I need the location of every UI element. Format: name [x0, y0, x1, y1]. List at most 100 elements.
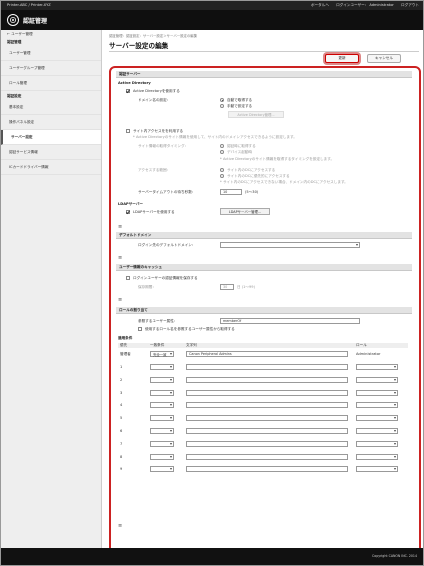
sidebar-item-basic-settings[interactable]: 基本設定 — [1, 100, 101, 115]
app-title: 認証管理 — [23, 18, 48, 25]
domain-auto-label: 自動で取得する — [227, 98, 253, 102]
row-role-select[interactable] — [356, 389, 398, 396]
sidebar-item-user-management[interactable]: ユーザー管理 — [1, 46, 101, 61]
admin-row-label: 管理者 — [120, 352, 131, 356]
row-match-select[interactable] — [150, 389, 174, 396]
device-name: Printer-ABC / Printer-XYZ — [7, 3, 51, 7]
cache-period-unit: 日 (1〜99) — [237, 285, 255, 289]
row-role-select[interactable] — [356, 402, 398, 409]
login-user-name: Administrator — [369, 3, 394, 7]
cache-section-header: ユーザー情報のキャッシュ — [116, 264, 412, 271]
row-string-input[interactable] — [186, 415, 348, 422]
row-match-select[interactable] — [150, 453, 174, 460]
cancel-button[interactable]: キャンセル — [367, 54, 401, 63]
row-string-input[interactable] — [186, 364, 348, 370]
sidebar-item-role-management[interactable]: ロール管理 — [1, 76, 101, 91]
row-match-select[interactable] — [150, 402, 174, 409]
sidebar-section-auth-management: 認証管理 — [7, 40, 22, 44]
update-button[interactable]: 更新 — [325, 54, 359, 63]
ldap-enable-label: LDAPサーバーを使用する — [133, 210, 175, 214]
site-access-checkbox[interactable] — [126, 129, 130, 133]
collapse-icon[interactable]: ≡ — [118, 224, 122, 230]
default-domain-section-header: デフォルトドメイン — [116, 232, 412, 239]
timeout-label: サーバータイムアウトの待ち秒数： — [138, 190, 196, 194]
access-range-note: * サイト内のDCにアクセスできない場合、ドメイン内のDCにアクセスします。 — [220, 180, 348, 184]
domain-auto-radio[interactable] — [220, 98, 224, 102]
collapse-icon[interactable]: ≡ — [118, 255, 122, 261]
row-match-select[interactable] — [150, 376, 174, 383]
back-to-user-management-link[interactable]: ← ユーザー管理 — [1, 30, 101, 39]
access-range-label: アクセスする範囲： — [138, 168, 171, 172]
domain-setting-label: ドメイン名の設定： — [138, 98, 171, 102]
admin-match-select[interactable]: 完全一致 — [150, 351, 174, 357]
row-string-input[interactable] — [186, 453, 348, 460]
row-number: 5 — [120, 416, 123, 421]
timeout-input[interactable]: 10 — [220, 189, 242, 195]
chevron-down-icon — [394, 417, 396, 420]
conditions-title: 適用条件 — [118, 336, 133, 340]
ldap-enable-checkbox[interactable] — [126, 210, 130, 214]
col-role: ロール — [356, 343, 367, 347]
logout-link[interactable]: ログアウト — [401, 3, 419, 7]
chevron-down-icon — [170, 442, 172, 445]
default-domain-select[interactable] — [220, 242, 360, 248]
row-role-select[interactable] — [356, 453, 398, 460]
row-role-select[interactable] — [356, 415, 398, 422]
row-string-input[interactable] — [186, 389, 348, 396]
row-string-input[interactable] — [186, 440, 348, 447]
admin-string-input[interactable]: Canon Peripheral Admins — [186, 351, 348, 357]
chevron-down-icon — [170, 455, 172, 458]
ad-enable-checkbox[interactable] — [126, 89, 130, 93]
role-attr-input[interactable]: memberOf — [220, 318, 360, 324]
row-string-input[interactable] — [186, 428, 348, 434]
copyright-text: Copyright CANON INC. 2014 — [372, 554, 417, 558]
sidebar-item-user-group-management[interactable]: ユーザーグループ管理 — [1, 61, 101, 76]
domain-manual-radio[interactable] — [220, 104, 224, 108]
login-user-label: ログインユーザー： — [336, 3, 369, 7]
chevron-down-icon — [394, 468, 396, 471]
site-info-auth-label: 認証時に取得する — [227, 144, 256, 148]
row-role-select[interactable] — [356, 364, 398, 370]
ad-manage-button[interactable]: Active Directory管理... — [228, 111, 284, 118]
row-match-select[interactable] — [150, 415, 174, 422]
collapse-icon[interactable]: ≡ — [118, 297, 122, 303]
row-match-select[interactable] — [150, 428, 174, 434]
site-info-auth-radio[interactable] — [220, 144, 224, 148]
top-bar-links: ポータルへ ログインユーザー：Administrator ログアウト — [305, 3, 419, 8]
chevron-down-icon — [170, 417, 172, 420]
range-site-radio[interactable] — [220, 168, 224, 172]
sidebar-item-panel-settings[interactable]: 操作パネル設定 — [1, 115, 101, 130]
row-role-select[interactable] — [356, 440, 398, 447]
sidebar-item-ic-card-driver-info[interactable]: ICカードドライバー情報 — [1, 160, 101, 175]
highlighted-settings-area: 認証サーバー Active Directory Active Directory… — [109, 66, 421, 565]
portal-link[interactable]: ポータルへ — [311, 3, 329, 7]
sidebar-item-server-settings[interactable]: サーバー設定 — [1, 130, 101, 145]
row-match-select[interactable] — [150, 440, 174, 447]
site-access-note: * Active Directoryのサイト情報を使用して、サイト内のドメインア… — [133, 135, 297, 139]
sidebar-item-auth-service-info[interactable]: 認証サービス情報 — [1, 145, 101, 160]
row-string-input[interactable] — [186, 376, 348, 383]
chevron-down-icon — [394, 430, 396, 432]
row-string-input[interactable] — [186, 466, 348, 473]
row-role-select[interactable] — [356, 428, 398, 434]
use-attr-role-checkbox[interactable] — [138, 327, 142, 331]
collapse-icon[interactable]: ≡ — [118, 523, 122, 529]
auth-server-section-header: 認証サーバー — [116, 71, 412, 78]
sidebar-section-auth-settings: 認証設定 — [7, 94, 22, 98]
admin-match-value: 完全一致 — [153, 353, 167, 357]
row-match-select[interactable] — [150, 364, 174, 370]
timeout-range: (5〜30) — [245, 190, 259, 194]
site-info-startup-radio[interactable] — [220, 150, 224, 154]
chevron-down-icon — [394, 455, 396, 458]
row-role-select[interactable] — [356, 466, 398, 473]
ldap-manage-button[interactable]: LDAPサーバー管理... — [220, 208, 270, 215]
chevron-down-icon — [170, 468, 172, 471]
cache-enable-checkbox[interactable] — [126, 276, 130, 280]
chevron-down-icon — [394, 366, 396, 368]
row-role-select[interactable] — [356, 376, 398, 383]
range-priority-radio[interactable] — [220, 174, 224, 178]
chevron-down-icon — [170, 353, 172, 355]
row-string-input[interactable] — [186, 402, 348, 409]
row-match-select[interactable] — [150, 466, 174, 473]
cache-period-input[interactable]: 30 — [220, 284, 234, 290]
